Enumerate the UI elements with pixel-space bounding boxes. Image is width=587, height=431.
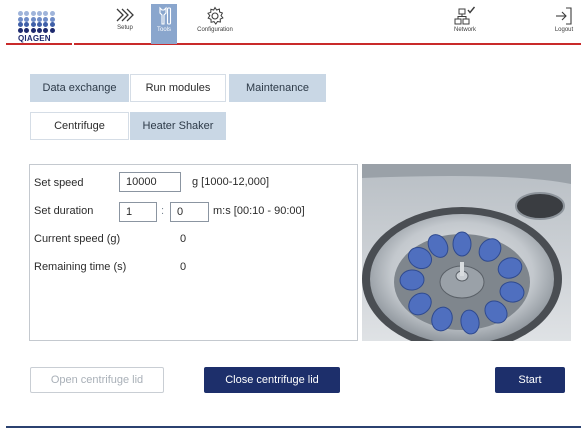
nav-tools-button[interactable]: Tools — [151, 4, 177, 44]
tab-data-exchange[interactable]: Data exchange — [30, 74, 129, 102]
logo-dot — [24, 22, 30, 27]
logo-dot — [18, 22, 23, 27]
logo-dot — [24, 11, 30, 16]
nav-tools-label: Tools — [156, 27, 171, 33]
open-centrifuge-lid-button[interactable]: Open centrifuge lid — [30, 367, 164, 393]
logo-dot — [18, 16, 23, 22]
logo-dot — [30, 16, 36, 22]
logo-dot — [43, 22, 49, 27]
remaining-time-value: 0 — [180, 261, 187, 273]
nav-logout-label: Logout — [554, 27, 574, 33]
logo-dot — [43, 11, 49, 16]
tab-maintenance[interactable]: Maintenance — [229, 74, 326, 102]
speed-unit-range: g [1000-12,000] — [192, 176, 270, 188]
set-speed-label: Set speed — [34, 177, 84, 189]
network-icon — [454, 6, 476, 25]
logo-dot — [36, 16, 42, 22]
qiagen-logo: QIAGEN — [18, 11, 56, 43]
current-speed-value: 0 — [180, 233, 187, 245]
logo-dots — [18, 11, 56, 33]
logo-dot — [36, 22, 42, 27]
nav-setup-label: Setup — [117, 25, 133, 31]
nav-network-button[interactable]: Network — [448, 4, 482, 44]
duration-minutes-input[interactable]: 1 — [119, 202, 157, 222]
logo-dot — [18, 27, 23, 33]
logout-icon — [556, 7, 572, 25]
header-divider-left — [6, 43, 72, 45]
duration-separator: : — [161, 205, 165, 217]
logo-dot — [30, 11, 36, 16]
start-button[interactable]: Start — [495, 367, 565, 393]
chevrons-right-icon — [116, 8, 134, 22]
subtab-centrifuge[interactable]: Centrifuge — [30, 112, 129, 140]
close-centrifuge-lid-button[interactable]: Close centrifuge lid — [204, 367, 340, 393]
centrifuge-parameters-panel: Set speed 10000 g [1000-12,000] Set dura… — [29, 164, 358, 341]
logo-dot — [36, 27, 42, 33]
set-duration-label: Set duration — [34, 205, 94, 217]
logo-dot — [49, 27, 55, 33]
logo-dot — [18, 11, 23, 16]
logo-dot — [49, 22, 55, 27]
nav-configuration-label: Configuration — [197, 27, 233, 33]
speed-input[interactable]: 10000 — [119, 172, 181, 192]
logo-dot — [43, 27, 49, 33]
logo-dot — [24, 16, 30, 22]
tools-icon — [159, 6, 172, 25]
top-bar: QIAGEN Setup Tools Configuration Network… — [0, 0, 587, 50]
remaining-time-label: Remaining time (s) — [34, 261, 127, 273]
nav-setup-button[interactable]: Setup — [107, 4, 143, 44]
nav-network-label: Network — [453, 27, 476, 33]
centrifuge-illustration — [362, 164, 571, 341]
duration-unit-range: m:s [00:10 - 90:00] — [213, 205, 305, 217]
nav-configuration-button[interactable]: Configuration — [185, 4, 245, 44]
logo-dot — [30, 27, 36, 33]
logo-dot — [49, 16, 55, 22]
logo-dot — [24, 27, 30, 33]
nav-logout-button[interactable]: Logout — [548, 4, 580, 44]
logo-dot — [43, 16, 49, 22]
subtab-heater-shaker[interactable]: Heater Shaker — [130, 112, 226, 140]
centrifuge-image — [362, 164, 571, 341]
logo-text: QIAGEN — [18, 34, 51, 43]
logo-dot — [49, 11, 55, 16]
duration-seconds-input[interactable]: 0 — [170, 202, 209, 222]
gear-icon — [207, 6, 224, 25]
tab-run-modules[interactable]: Run modules — [130, 74, 226, 102]
footer-divider — [6, 426, 581, 428]
current-speed-label: Current speed (g) — [34, 233, 121, 245]
logo-dot — [36, 11, 42, 16]
logo-dot — [30, 22, 36, 27]
